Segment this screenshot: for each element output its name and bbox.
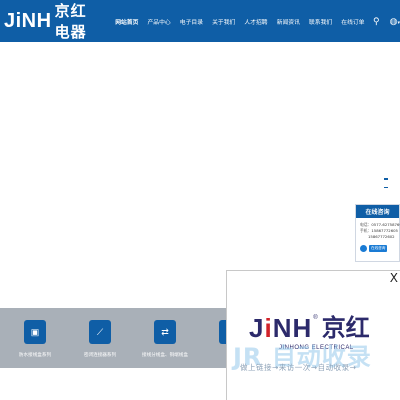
- distribution-box-icon: ⇄: [154, 320, 176, 344]
- category-item[interactable]: ▣ 防水接线盒系列: [0, 320, 70, 370]
- consult-button-label: 在线咨询: [369, 245, 388, 252]
- language-globe-icon[interactable]: ◍▾: [390, 16, 400, 26]
- page: JiNH 京红电器 网站首页 产品中心 电子目录 关于我们 人才招聘 新闻资讯 …: [0, 0, 400, 400]
- nav-news[interactable]: 新闻资讯: [272, 0, 304, 42]
- nav-catalog[interactable]: 电子目录: [175, 0, 207, 42]
- category-label: 接线分线盒、铜端线盒: [142, 353, 188, 358]
- connector-icon: ⟋: [89, 320, 111, 344]
- logo-latin: JiNH: [4, 9, 52, 32]
- qq-icon: [360, 245, 367, 252]
- online-consult-panel: 在线咨询 电话：0577-62758769 手机：15867772605 158…: [355, 204, 400, 262]
- nav-home[interactable]: 网站首页: [111, 0, 143, 42]
- top-navbar: JiNH 京红电器 网站首页 产品中心 电子目录 关于我们 人才招聘 新闻资讯 …: [0, 0, 400, 42]
- close-icon[interactable]: X: [390, 271, 398, 285]
- category-label: 密闭连接器系列: [83, 353, 117, 358]
- category-item[interactable]: ⇄ 接线分线盒、铜端线盒: [130, 320, 200, 370]
- main-nav: 网站首页 产品中心 电子目录 关于我们 人才招聘 新闻资讯 联系我们 在线订单: [111, 0, 369, 42]
- nav-products[interactable]: 产品中心: [143, 0, 175, 42]
- nav-careers[interactable]: 人才招聘: [240, 0, 272, 42]
- category-label: 防水接线盒系列: [18, 353, 52, 358]
- site-logo[interactable]: JiNH 京红电器: [4, 0, 99, 42]
- consult-mobile-2: 15867772602: [368, 234, 395, 239]
- logo-chinese: 京红电器: [54, 2, 87, 41]
- side-toggle-tabs: [384, 178, 388, 190]
- category-band: ▣ 防水接线盒系列 ⟋ 密闭连接器系列 ⇄ 接线分线盒、铜端线盒: [0, 308, 241, 370]
- nav-tools: ⚲ ◍▾: [373, 0, 400, 42]
- nav-about[interactable]: 关于我们: [208, 0, 240, 42]
- popup-ad: X JiNH ® 京红 JINHONG ELECTRICAL JR 自动收录: [226, 270, 400, 400]
- consult-body: 电话：0577-62758769 手机：15867772605 15867772…: [356, 218, 400, 252]
- registered-mark: ®: [313, 315, 318, 321]
- junction-box-icon: ▣: [24, 320, 46, 344]
- side-tab-marker[interactable]: [384, 178, 388, 180]
- watermark-caption: 做上链接→来访一次→自动收录→: [240, 363, 357, 372]
- side-tab-marker[interactable]: [384, 186, 388, 189]
- consult-title: 在线咨询: [356, 205, 399, 218]
- category-item[interactable]: ⟋ 密闭连接器系列: [65, 320, 135, 370]
- nav-orders[interactable]: 在线订单: [337, 0, 369, 42]
- search-icon[interactable]: ⚲: [373, 16, 380, 26]
- consult-qq-button[interactable]: 在线咨询: [360, 245, 397, 252]
- nav-contact[interactable]: 联系我们: [304, 0, 336, 42]
